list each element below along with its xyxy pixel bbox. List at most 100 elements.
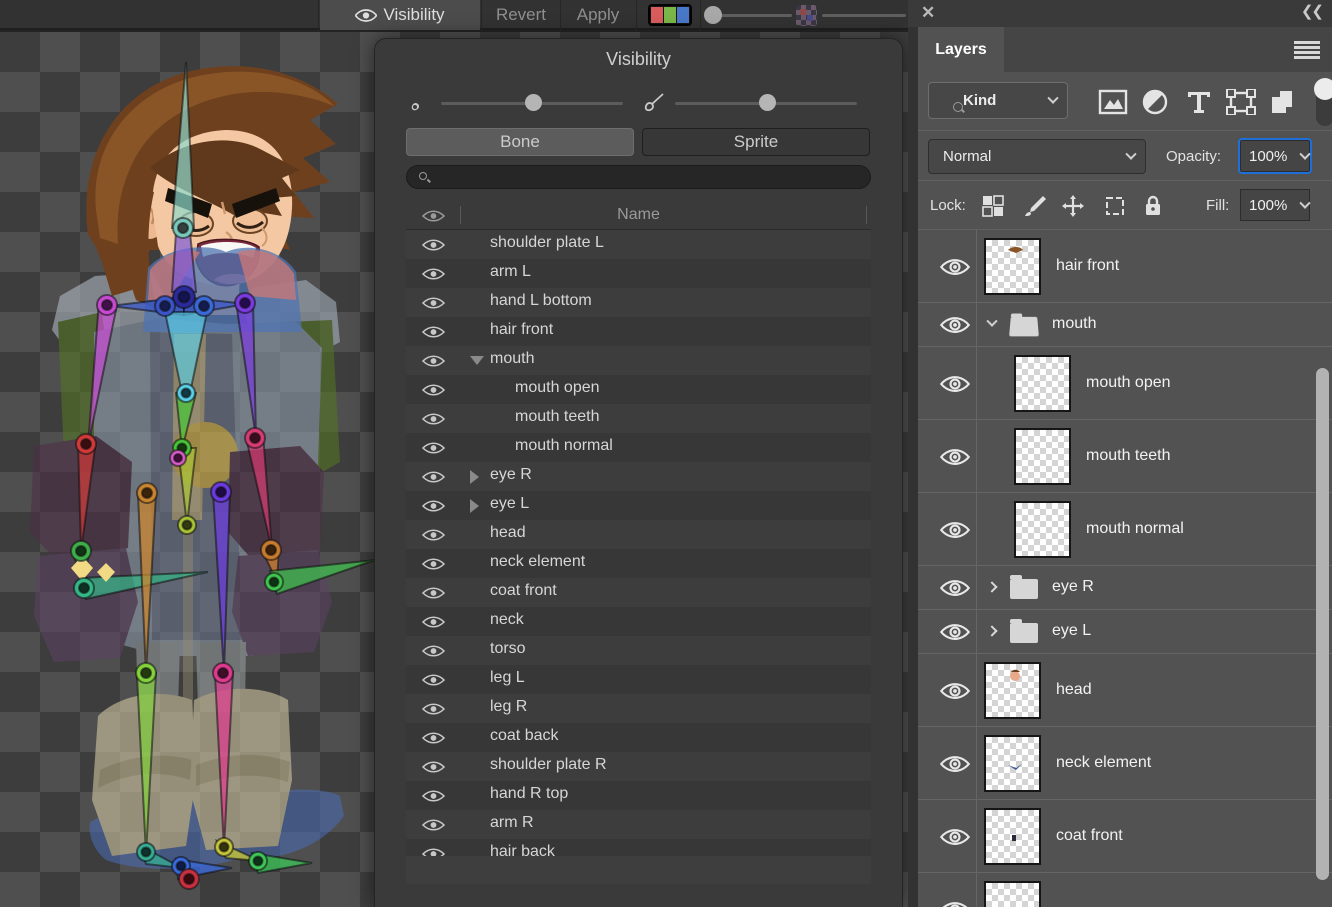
layer-row[interactable]: hair front (918, 230, 1332, 303)
layer-group-row[interactable]: mouth (918, 303, 1332, 347)
layer-row[interactable]: mouth open (918, 347, 1332, 420)
sprite-display-slider-knob[interactable] (759, 94, 776, 111)
layer-row[interactable]: neck element (918, 727, 1332, 800)
bone-row[interactable]: eye R (406, 462, 871, 491)
layer-name-label[interactable]: neck element (1056, 754, 1151, 772)
bone-row[interactable]: hand L bottom (406, 288, 871, 317)
layer-thumbnail[interactable] (1014, 501, 1071, 558)
bone-row[interactable]: coat front (406, 578, 871, 607)
search-box[interactable] (406, 165, 871, 189)
sprite-opacity-slider[interactable] (822, 14, 906, 17)
layer-visibility-eye-toggle[interactable] (940, 448, 970, 471)
group-expand-chevron-icon[interactable] (986, 581, 997, 592)
layer-thumbnail[interactable] (1014, 428, 1071, 485)
layer-thumbnail[interactable] (984, 735, 1041, 792)
lock-all-padlock-icon[interactable] (1140, 194, 1166, 218)
kind-filter-dropdown[interactable]: Kind (928, 82, 1068, 119)
layer-visibility-eye-toggle[interactable] (940, 375, 970, 398)
panel-menu-icon[interactable] (1294, 41, 1320, 44)
bone-row[interactable]: arm R (406, 810, 871, 839)
visibility-eye-toggle[interactable] (422, 673, 445, 692)
visibility-eye-toggle[interactable] (422, 441, 445, 460)
bone-row[interactable]: leg R (406, 694, 871, 723)
visibility-eye-toggle[interactable] (422, 354, 445, 373)
layer-name-label[interactable]: mouth normal (1086, 520, 1184, 538)
tab-bone[interactable]: Bone (406, 128, 634, 156)
bone-row[interactable]: shoulder plate L (406, 230, 871, 259)
layer-row[interactable]: mouth normal (918, 493, 1332, 566)
visibility-eye-toggle[interactable] (422, 644, 445, 663)
fill-field[interactable]: 100% (1240, 189, 1310, 221)
visibility-eye-toggle[interactable] (422, 731, 445, 750)
layer-visibility-eye-toggle[interactable] (940, 579, 970, 602)
layer-visibility-eye-toggle[interactable] (940, 901, 970, 907)
layer-thumbnail[interactable] (984, 238, 1041, 295)
layer-row[interactable]: coat front (918, 800, 1332, 873)
visibility-eye-toggle[interactable] (422, 325, 445, 344)
tab-sprite[interactable]: Sprite (642, 128, 870, 156)
visibility-eye-toggle[interactable] (422, 267, 445, 286)
visibility-eye-toggle[interactable] (422, 528, 445, 547)
filter-adjustment-layers-icon[interactable] (1140, 89, 1170, 115)
visibility-toggle-button[interactable]: Visibility (320, 0, 480, 30)
layer-thumbnail[interactable] (984, 808, 1041, 865)
filter-type-layers-icon[interactable] (1184, 89, 1214, 115)
visibility-eye-toggle[interactable] (422, 383, 445, 402)
revert-button[interactable]: Revert (483, 0, 559, 30)
bone-row[interactable]: mouth (406, 346, 871, 375)
bone-row[interactable]: arm L (406, 259, 871, 288)
layer-visibility-eye-toggle[interactable] (940, 258, 970, 281)
visibility-eye-toggle[interactable] (422, 760, 445, 779)
bone-row[interactable]: mouth normal (406, 433, 871, 462)
group-collapse-chevron-icon[interactable] (986, 316, 997, 327)
blend-mode-dropdown[interactable]: Normal (928, 139, 1146, 174)
layer-name-label[interactable]: mouth open (1086, 374, 1171, 392)
expand-triangle-icon[interactable] (470, 470, 479, 484)
collapse-panel-icon[interactable]: ❮❮ (1301, 2, 1322, 20)
bone-row[interactable]: hand R top (406, 781, 871, 810)
layer-row[interactable]: head (918, 654, 1332, 727)
layer-visibility-eye-toggle[interactable] (940, 755, 970, 778)
layer-visibility-eye-toggle[interactable] (940, 521, 970, 544)
layer-name-label[interactable]: hair front (1056, 257, 1119, 275)
filter-smart-objects-icon[interactable] (1268, 89, 1298, 115)
apply-button[interactable]: Apply (562, 0, 634, 30)
search-input[interactable] (437, 167, 857, 187)
layer-name-label[interactable]: eye R (1052, 578, 1094, 596)
lock-transparency-icon[interactable] (980, 194, 1006, 218)
layer-name-label[interactable]: mouth (1052, 315, 1096, 333)
layers-scrollbar-thumb[interactable] (1316, 368, 1329, 880)
bone-opacity-slider-knob[interactable] (704, 6, 722, 24)
layer-visibility-eye-toggle[interactable] (940, 623, 970, 646)
filter-shape-layers-icon[interactable] (1226, 89, 1256, 115)
layer-name-label[interactable]: coat front (1056, 827, 1123, 845)
bone-row[interactable]: hair front (406, 317, 871, 346)
bone-opacity-slider[interactable] (714, 14, 792, 17)
layer-thumbnail[interactable] (984, 662, 1041, 719)
lock-artboard-icon[interactable] (1102, 194, 1128, 218)
bone-display-slider-knob[interactable] (525, 94, 542, 111)
layer-row[interactable]: mouth teeth (918, 420, 1332, 493)
layer-visibility-eye-toggle[interactable] (940, 682, 970, 705)
visibility-eye-toggle[interactable] (422, 789, 445, 808)
collapse-triangle-icon[interactable] (470, 356, 484, 365)
bone-row[interactable]: head (406, 520, 871, 549)
visibility-eye-toggle[interactable] (422, 586, 445, 605)
layer-name-label[interactable]: mouth teeth (1086, 447, 1171, 465)
layer-thumbnail[interactable] (984, 881, 1041, 907)
filter-pixel-layers-icon[interactable] (1098, 89, 1128, 115)
close-icon[interactable]: ✕ (921, 3, 935, 23)
layer-thumbnail[interactable] (1014, 355, 1071, 412)
filter-toggle[interactable] (1316, 80, 1332, 126)
bone-row[interactable]: torso (406, 636, 871, 665)
bone-color-swatch-button[interactable] (648, 4, 692, 26)
visibility-eye-toggle[interactable] (422, 470, 445, 489)
lock-position-move-icon[interactable] (1060, 194, 1086, 218)
layer-row[interactable] (918, 873, 1332, 907)
bone-row[interactable]: neck element (406, 549, 871, 578)
visibility-eye-toggle[interactable] (422, 557, 445, 576)
lock-pixels-brush-icon[interactable] (1022, 194, 1048, 218)
bone-row[interactable]: neck (406, 607, 871, 636)
layer-name-label[interactable]: head (1056, 681, 1092, 699)
layer-visibility-eye-toggle[interactable] (940, 828, 970, 851)
